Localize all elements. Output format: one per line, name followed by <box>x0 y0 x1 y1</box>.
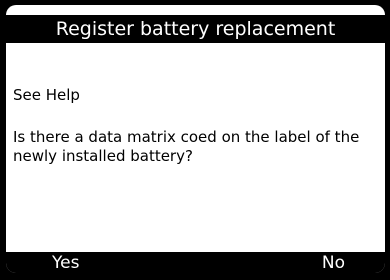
screen: Register battery replacement See Help Is… <box>6 5 385 273</box>
soft-key-bar: Yes No <box>6 252 385 273</box>
see-help-text: See Help <box>13 86 80 104</box>
yes-button[interactable]: Yes <box>52 252 79 273</box>
scan-tool-display: Register battery replacement See Help Is… <box>0 0 390 280</box>
no-button[interactable]: No <box>322 252 345 273</box>
page-title: Register battery replacement <box>6 15 385 43</box>
question-text: Is there a data matrix coed on the label… <box>13 128 360 165</box>
